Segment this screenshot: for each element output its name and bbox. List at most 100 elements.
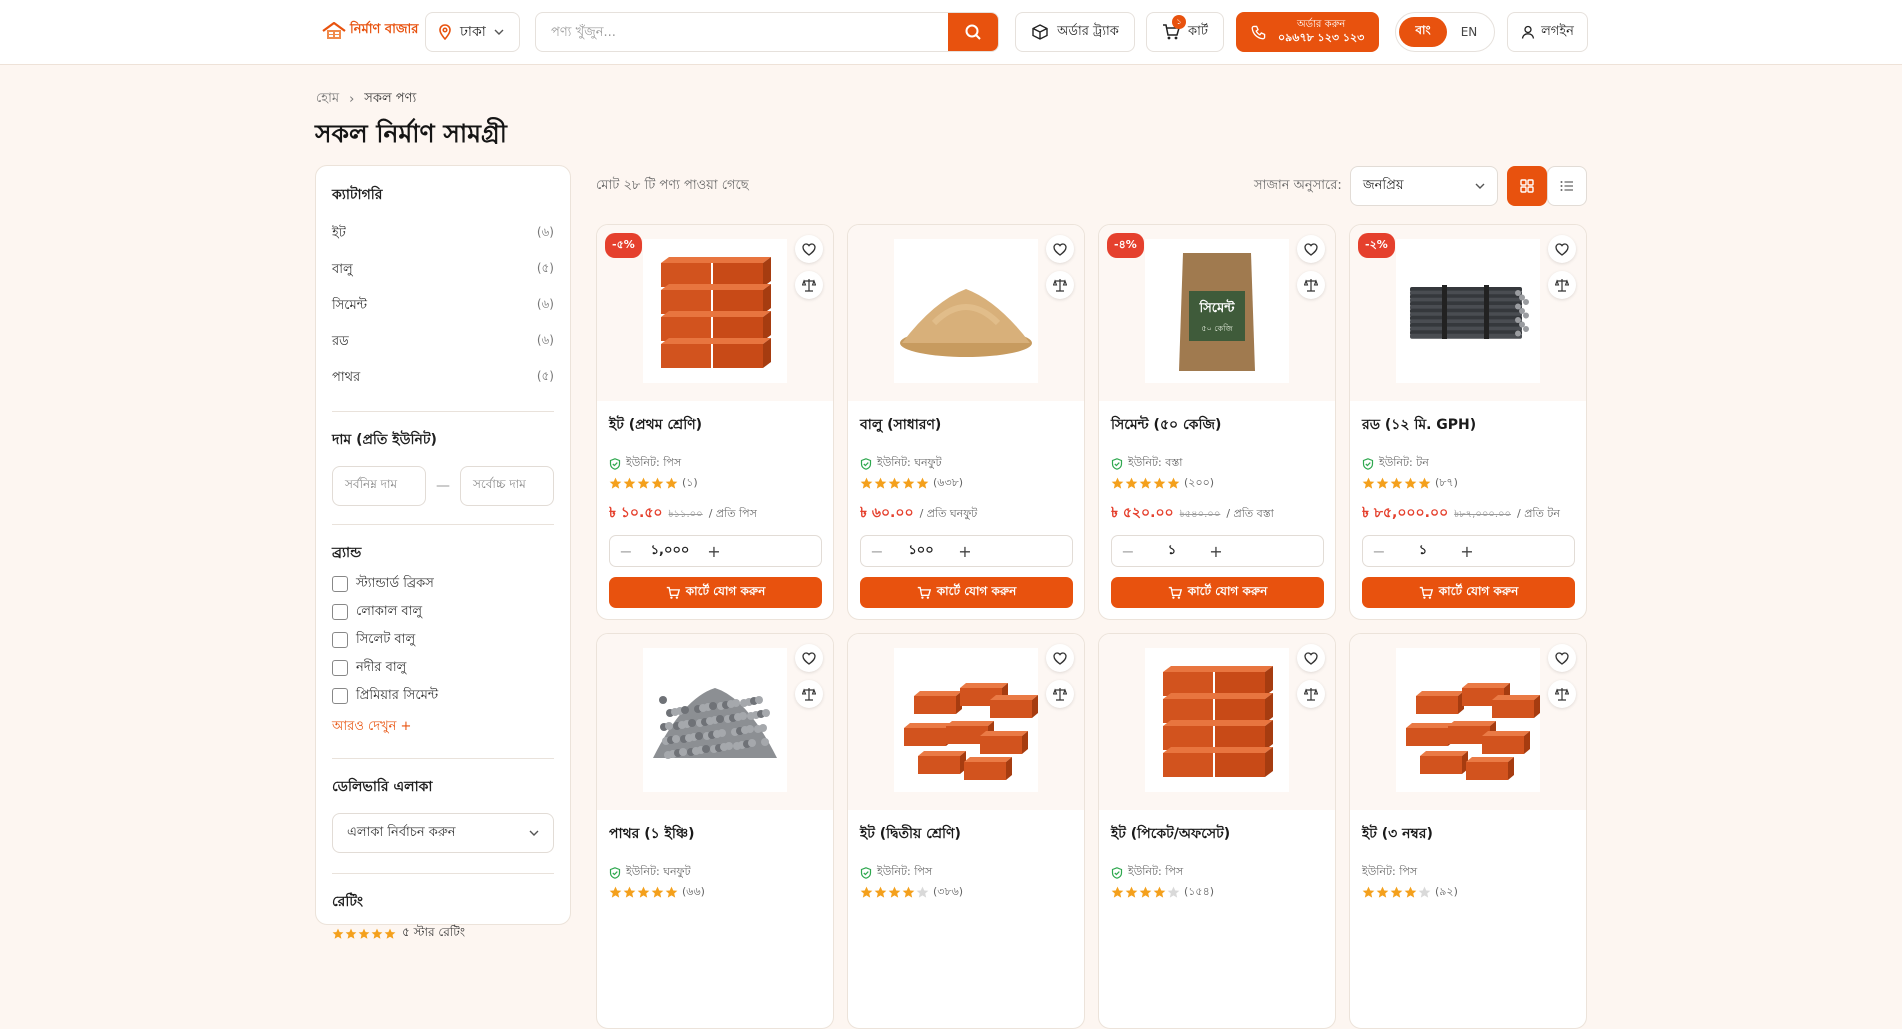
product-card[interactable]: বালু (সাধারণ) ইউনিট: ঘনফুট (৬৩৮) ৳ ৬০.০০ / প…: [847, 224, 1085, 620]
wishlist-button[interactable]: [795, 235, 823, 263]
brand-checkbox[interactable]: [332, 632, 348, 648]
add-to-cart-button[interactable]: কার্টে যোগ করুন: [1362, 577, 1575, 608]
category-item[interactable]: রড (৬): [332, 332, 554, 351]
quantity-stepper: −১ +: [1111, 535, 1324, 567]
login-button[interactable]: লগইন: [1507, 12, 1588, 52]
location-value: ঢাকা: [460, 24, 486, 40]
add-to-cart-button[interactable]: কার্টে যোগ করুন: [860, 577, 1073, 608]
lang-bangla-option[interactable]: বাং: [1399, 17, 1447, 47]
lang-english-option[interactable]: EN: [1447, 25, 1491, 39]
divider: [332, 411, 554, 412]
brand-checkbox[interactable]: [332, 604, 348, 620]
rating-stars: [1111, 886, 1180, 899]
product-card[interactable]: ইট (৩ নম্বর) ইউনিট: পিস (৯২): [1349, 633, 1587, 1029]
brand-checkbox[interactable]: [332, 660, 348, 676]
quantity-value[interactable]: ১: [1395, 541, 1451, 562]
product-name[interactable]: পাথর (১ ইঞ্চি): [609, 822, 694, 846]
price-max-input[interactable]: সর্বোচ্চ দাম: [460, 466, 554, 506]
product-name[interactable]: রড (১২ মি. GPH): [1362, 413, 1476, 437]
product-image[interactable]: [1396, 239, 1540, 383]
delivery-area-select[interactable]: এলাকা নির্বাচন করুন: [332, 813, 554, 853]
brand-filter-item[interactable]: সিলেট বালু: [332, 631, 554, 649]
search-button[interactable]: [948, 13, 998, 51]
star-filled-icon: [874, 477, 887, 489]
add-to-cart-button[interactable]: কার্টে যোগ করুন: [609, 577, 822, 608]
price-min-input[interactable]: সর্বনিম্ন দাম: [332, 466, 426, 506]
product-card[interactable]: -২% রড (১২ মি. GPH) ইউনিট: টন (৮৭) ৳ ৮৫,০০০.…: [1349, 224, 1587, 620]
compare-button[interactable]: [1297, 271, 1325, 299]
product-image[interactable]: [894, 239, 1038, 383]
wishlist-button[interactable]: [1046, 235, 1074, 263]
product-name[interactable]: সিমেন্ট (৫০ কেজি): [1111, 413, 1221, 437]
compare-button[interactable]: [1548, 680, 1576, 708]
brand-filter-item[interactable]: নদীর বালু: [332, 659, 554, 677]
grid-view-button[interactable]: [1507, 166, 1547, 206]
product-name[interactable]: ইট (দ্বিতীয় শ্রেণি): [860, 822, 961, 846]
category-item[interactable]: পাথর (৫): [332, 368, 554, 387]
product-card[interactable]: সিমেন্ট ৫০ কেজি -৪% সিমেন্ট (৫০ কেজি) ইউনিট:…: [1098, 224, 1336, 620]
brand-filter-item[interactable]: স্ট্যান্ডার্ড ব্রিকস: [332, 575, 554, 593]
category-item[interactable]: সিমেন্ট (৬): [332, 296, 554, 315]
star-filled-icon: [1376, 886, 1389, 898]
product-image[interactable]: [643, 648, 787, 792]
decrease-quantity-button[interactable]: −: [610, 542, 642, 561]
show-more-brands-link[interactable]: আরও দেখুন +: [332, 717, 554, 738]
brand-filter-item[interactable]: লোকাল বালু: [332, 603, 554, 621]
product-card[interactable]: ইট (পিকেট/অফসেট) ইউনিট: পিস (১৫৪): [1098, 633, 1336, 1029]
compare-button[interactable]: [795, 680, 823, 708]
increase-quantity-button[interactable]: +: [1451, 542, 1483, 561]
compare-button[interactable]: [1046, 680, 1074, 708]
wishlist-button[interactable]: [1046, 644, 1074, 672]
wishlist-button[interactable]: [1548, 644, 1576, 672]
compare-button[interactable]: [795, 271, 823, 299]
product-card[interactable]: পাথর (১ ইঞ্চি) ইউনিট: ঘনফুট (৬৬): [596, 633, 834, 1029]
rating-filter-option[interactable]: ৫ স্টার রেটিং: [332, 924, 554, 944]
wishlist-button[interactable]: [1297, 644, 1325, 672]
increase-quantity-button[interactable]: +: [1200, 542, 1232, 561]
list-view-button[interactable]: [1547, 166, 1587, 206]
increase-quantity-button[interactable]: +: [698, 542, 730, 561]
rating-stars: [1362, 477, 1431, 490]
product-image[interactable]: [894, 648, 1038, 792]
product-name[interactable]: ইট (প্রথম শ্রেণি): [609, 413, 702, 437]
add-to-cart-button[interactable]: কার্টে যোগ করুন: [1111, 577, 1324, 608]
product-name[interactable]: বালু (সাধারণ): [860, 413, 941, 437]
compare-button[interactable]: [1548, 271, 1576, 299]
sort-select[interactable]: জনপ্রিয়: [1350, 166, 1498, 206]
product-card[interactable]: ইট (দ্বিতীয় শ্রেণি) ইউনিট: পিস (৩৮৬): [847, 633, 1085, 1029]
wishlist-button[interactable]: [795, 644, 823, 672]
decrease-quantity-button[interactable]: −: [1363, 542, 1395, 561]
decrease-quantity-button[interactable]: −: [861, 542, 893, 561]
increase-quantity-button[interactable]: +: [949, 542, 981, 561]
product-image[interactable]: [1145, 648, 1289, 792]
quantity-value[interactable]: ১,০০০: [642, 541, 698, 562]
brand-checkbox[interactable]: [332, 576, 348, 592]
call-order-button[interactable]: অর্ডার করুন ০৯৬৭৮ ১২৩ ১২৩: [1236, 12, 1379, 52]
product-name[interactable]: ইট (পিকেট/অফসেট): [1111, 822, 1230, 846]
product-rating: (১): [609, 474, 698, 493]
category-item[interactable]: বালু (৫): [332, 260, 554, 279]
product-name[interactable]: ইট (৩ নম্বর): [1362, 822, 1433, 846]
compare-button[interactable]: [1046, 271, 1074, 299]
quantity-value[interactable]: ১০০: [893, 541, 949, 562]
brand-checkbox[interactable]: [332, 688, 348, 704]
product-image[interactable]: সিমেন্ট ৫০ কেজি: [1145, 239, 1289, 383]
star-filled-icon: [651, 886, 664, 898]
quantity-value[interactable]: ১: [1144, 541, 1200, 562]
wishlist-button[interactable]: [1297, 235, 1325, 263]
location-selector[interactable]: ঢাকা: [425, 12, 520, 52]
decrease-quantity-button[interactable]: −: [1112, 542, 1144, 561]
category-item[interactable]: ইট (৬): [332, 224, 554, 243]
order-track-button[interactable]: অর্ডার ট্র্যাক: [1015, 12, 1135, 52]
brand-logo[interactable]: নির্মাণ বাজার: [322, 20, 418, 41]
compare-button[interactable]: [1297, 680, 1325, 708]
category-count: (৬): [536, 297, 554, 311]
brand-filter-item[interactable]: প্রিমিয়ার সিমেন্ট: [332, 687, 554, 705]
cart-button[interactable]: ১ কার্ট: [1146, 12, 1224, 52]
search-input[interactable]: [536, 13, 948, 51]
product-card[interactable]: -৫% ইট (প্রথম শ্রেণি) ইউনিট: পিস (১) ৳ ১০.৫০…: [596, 224, 834, 620]
breadcrumb-home[interactable]: হোম: [316, 89, 339, 110]
product-image[interactable]: [1396, 648, 1540, 792]
product-image[interactable]: [643, 239, 787, 383]
wishlist-button[interactable]: [1548, 235, 1576, 263]
